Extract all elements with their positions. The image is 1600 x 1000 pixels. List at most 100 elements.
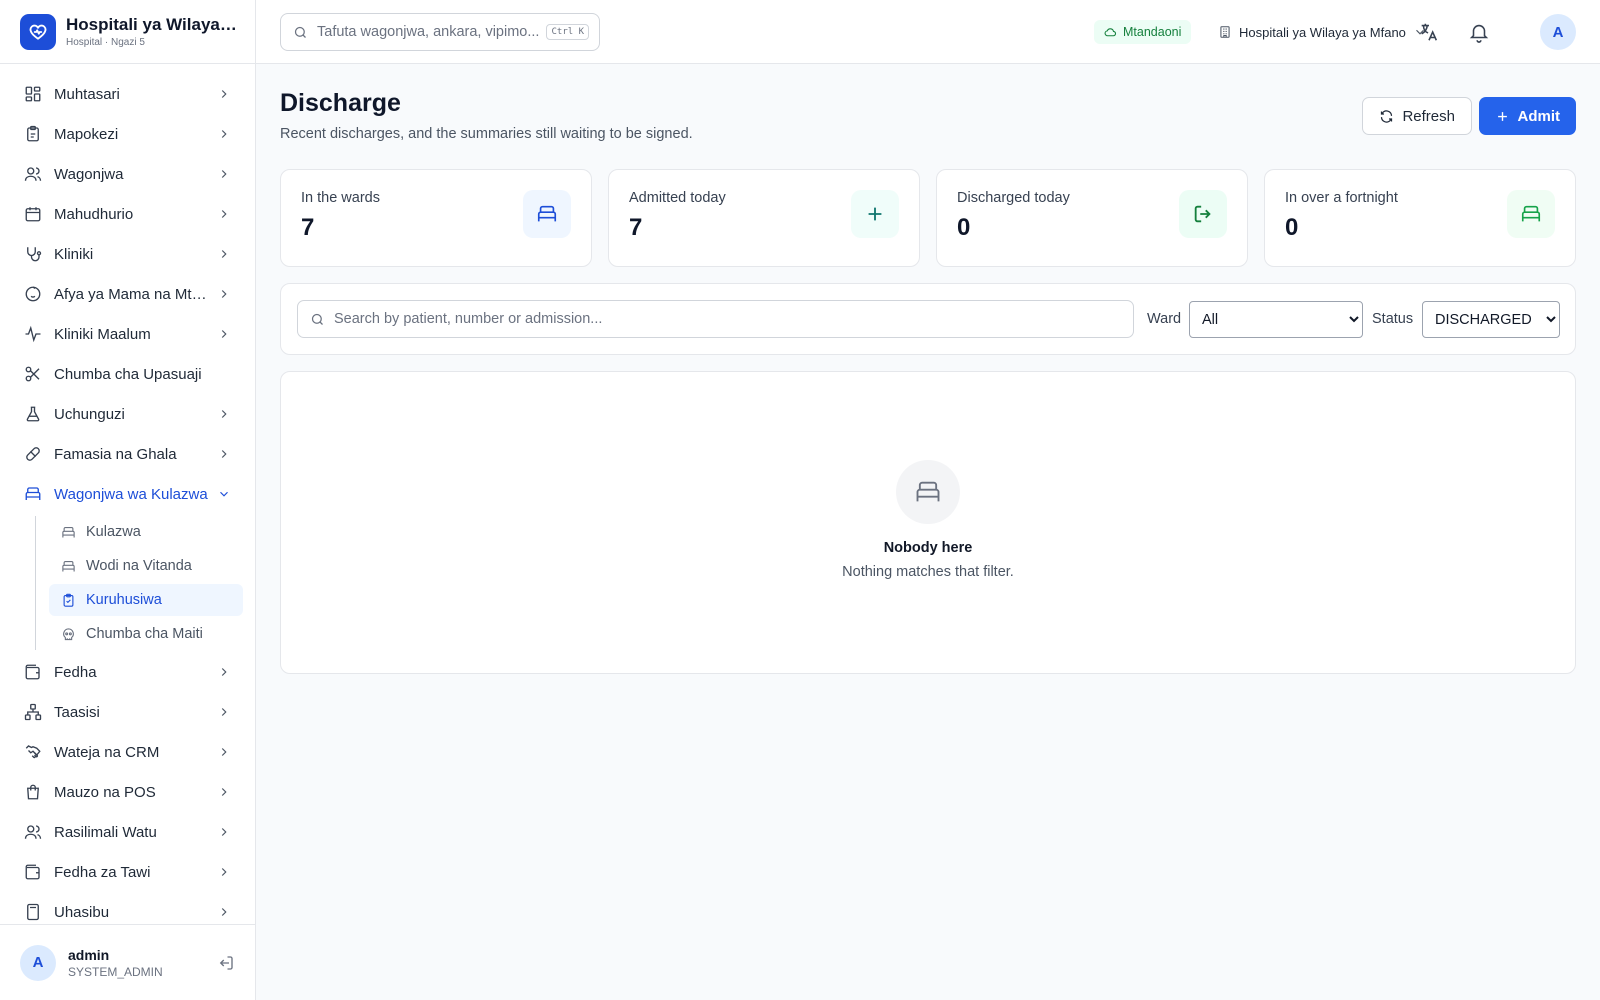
sidebar-subitem-kulazwa[interactable]: Kulazwa [49, 516, 243, 548]
sidebar-item-label: Fedha [54, 663, 97, 681]
bell-icon[interactable] [1468, 21, 1490, 43]
sidebar-item-label: Kliniki [54, 245, 94, 263]
sidebar-item-rasilimali[interactable]: Rasilimali Watu [0, 812, 255, 852]
sidebar-item-muhtasari[interactable]: Muhtasari [0, 74, 255, 114]
sidebar-item-taasisi[interactable]: Taasisi [0, 692, 255, 732]
bed-icon [25, 487, 41, 500]
sidebar-subitem-label: Kulazwa [86, 524, 141, 540]
results-panel: Nobody here Nothing matches that filter. [280, 371, 1576, 674]
stat-card-in-wards: In the wards 7 [280, 169, 592, 267]
brand[interactable]: Hospitali ya Wilaya ya Mfano Hospital · … [0, 0, 255, 64]
sidebar-subitem-wodi[interactable]: Wodi na Vitanda [49, 550, 243, 582]
patient-search-input[interactable] [334, 311, 1121, 327]
sidebar-item-wagonjwa-kulazwa[interactable]: Wagonjwa wa Kulazwa [0, 474, 255, 514]
sidebar-item-label: Mauzo na POS [54, 783, 156, 801]
user-name: admin [68, 946, 110, 963]
user-role: SYSTEM_ADMIN [68, 964, 163, 979]
heart-logo-icon [20, 13, 56, 50]
sidebar-item-famasia[interactable]: Famasia na Ghala [0, 434, 255, 474]
scissors-icon [25, 366, 40, 382]
chevron-right-icon [221, 130, 227, 138]
status-select[interactable]: DISCHARGED [1422, 301, 1560, 338]
flask-icon [26, 406, 40, 422]
ward-select[interactable]: All [1189, 301, 1363, 338]
chevron-right-icon [221, 410, 227, 418]
pill-icon [26, 447, 40, 461]
shopping-bag-icon [27, 784, 39, 800]
plus-icon [1497, 111, 1507, 121]
logout-icon[interactable] [217, 954, 235, 972]
sidebar-item-fedha-tawi[interactable]: Fedha za Tawi [0, 852, 255, 892]
wallet-icon [25, 864, 40, 880]
sidebar-item-label: Uchunguzi [54, 405, 125, 423]
sidebar-item-kliniki[interactable]: Kliniki [0, 234, 255, 274]
header-avatar[interactable]: A [1540, 14, 1576, 50]
sidebar-item-mahudhurio[interactable]: Mahudhurio [0, 194, 255, 234]
stat-card-over-fortnight: In over a fortnight 0 [1264, 169, 1576, 267]
user-box: A admin SYSTEM_ADMIN [0, 924, 255, 1000]
sidebar-item-upasuaji[interactable]: Chumba cha Upasuaji [0, 354, 255, 394]
sidebar-item-label: Rasilimali Watu [54, 823, 157, 841]
stats-row: In the wards 7 Admitted today 7 Discharg… [280, 169, 1576, 267]
sidebar: Hospitali ya Wilaya ya Mfano Hospital · … [0, 0, 256, 1000]
sidebar-item-label: Uhasibu [54, 903, 110, 921]
status-label: Status [1372, 311, 1414, 327]
empty-state-text: Nothing matches that filter. [842, 564, 1014, 580]
sidebar-subitem-maiti[interactable]: Chumba cha Maiti [49, 618, 243, 650]
patient-search[interactable] [297, 300, 1134, 338]
filter-bar: Ward All Status DISCHARGED [280, 283, 1576, 355]
sidebar-item-label: Taasisi [54, 703, 100, 721]
page-subtitle: Recent discharges, and the summaries sti… [280, 126, 693, 142]
chevron-right-icon [221, 908, 227, 916]
chevron-right-icon [221, 210, 227, 218]
wallet-icon [25, 664, 40, 680]
search-icon [311, 313, 323, 325]
sidebar-subitem-label: Chumba cha Maiti [86, 626, 203, 642]
sidebar-item-label: Mahudhurio [54, 205, 134, 223]
sidebar-item-wagonjwa[interactable]: Wagonjwa [0, 154, 255, 194]
page-header: Discharge Recent discharges, and the sum… [280, 64, 1576, 169]
sidebar-item-uchunguzi[interactable]: Uchunguzi [0, 394, 255, 434]
refresh-label: Refresh [1402, 107, 1455, 125]
sidebar-item-label: Famasia na Ghala [54, 445, 177, 463]
global-search[interactable]: Ctrl K [280, 13, 600, 51]
calculator-icon [27, 903, 39, 921]
sidebar-subitem-label: Wodi na Vitanda [86, 558, 192, 574]
handshake-icon [25, 745, 41, 759]
sidebar-item-mauzo[interactable]: Mauzo na POS [0, 772, 255, 812]
translate-icon[interactable] [1418, 21, 1440, 43]
chevron-right-icon [221, 290, 227, 298]
brand-subtitle: Hospital · Ngazi 5 [66, 37, 145, 48]
sidebar-item-fedha[interactable]: Fedha [0, 652, 255, 692]
refresh-button[interactable]: Refresh [1362, 97, 1472, 135]
building-icon [1220, 26, 1230, 38]
chevron-right-icon [221, 868, 227, 876]
avatar[interactable]: A [20, 944, 56, 981]
admit-button[interactable]: Admit [1478, 97, 1576, 135]
brand-title: Hospitali ya Wilaya ya Mfano [66, 15, 241, 34]
chevron-right-icon [221, 788, 227, 796]
sidebar-subitem-kuruhusiwa[interactable]: Kuruhusiwa [49, 584, 243, 616]
sidebar-item-crm[interactable]: Wateja na CRM [0, 732, 255, 772]
bed-icon [1507, 190, 1555, 238]
sidebar-subitem-label: Kuruhusiwa [86, 592, 162, 608]
sidebar-item-label: Afya ya Mama na Mtoto [54, 285, 209, 303]
sidebar-item-label: Muhtasari [54, 85, 120, 103]
search-icon [294, 26, 306, 38]
sidebar-item-afya-mama[interactable]: Afya ya Mama na Mtoto [0, 274, 255, 314]
empty-state-title: Nobody here [883, 540, 973, 556]
chevron-right-icon [221, 708, 227, 716]
top-bar: Ctrl K Mtandaoni Hospitali ya Wilaya ya … [256, 0, 1600, 64]
chevron-right-icon [221, 450, 227, 458]
network-icon [24, 703, 42, 721]
global-search-input[interactable] [317, 24, 547, 40]
sidebar-item-kliniki-maalum[interactable]: Kliniki Maalum [0, 314, 255, 354]
skull-icon [63, 627, 74, 640]
bed-icon [62, 560, 75, 571]
sidebar-item-label: Wagonjwa wa Kulazwa [54, 485, 208, 503]
calendar-icon [25, 207, 41, 222]
activity-icon [25, 325, 41, 343]
log-out-icon [1179, 190, 1227, 238]
organization-select[interactable]: Hospitali ya Wilaya ya Mfano [1218, 20, 1427, 44]
sidebar-item-mapokezi[interactable]: Mapokezi [0, 114, 255, 154]
